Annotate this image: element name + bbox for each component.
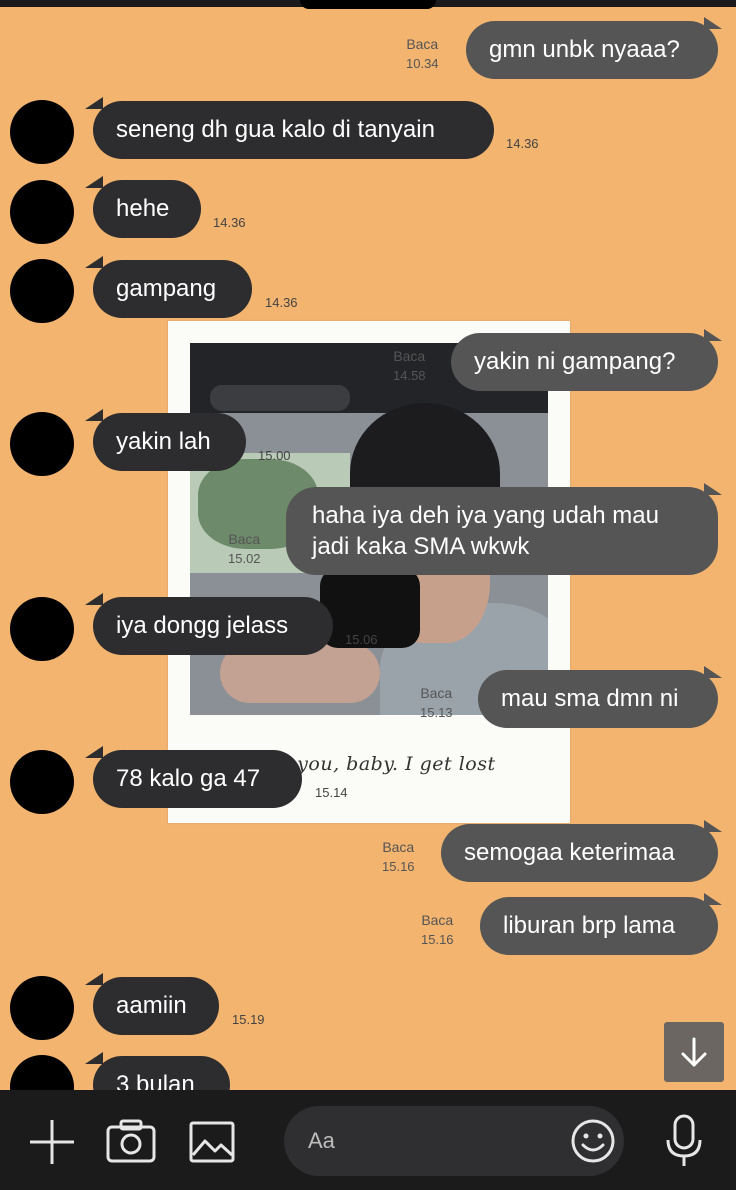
message-time: 14.36 bbox=[265, 295, 298, 310]
message-bubble-incoming[interactable]: gampang bbox=[93, 260, 252, 318]
message-time: 14.36 bbox=[506, 136, 539, 151]
read-receipt: Baca 15.02 bbox=[228, 531, 261, 566]
message-time: 15.06 bbox=[345, 632, 378, 647]
avatar[interactable] bbox=[10, 750, 74, 814]
arrow-down-icon bbox=[681, 1037, 707, 1067]
camera-icon[interactable] bbox=[106, 1119, 156, 1163]
avatar[interactable] bbox=[10, 259, 74, 323]
message-text: mau sma dmn ni bbox=[501, 685, 679, 712]
smiley-icon[interactable] bbox=[570, 1118, 616, 1164]
message-bubble-incoming[interactable]: hehe bbox=[93, 180, 201, 238]
message-text: seneng dh gua kalo di tanyain bbox=[116, 116, 435, 143]
message-input-placeholder: Aa bbox=[308, 1128, 335, 1153]
message-time: 15.19 bbox=[232, 1012, 265, 1027]
composer-bar: Aa bbox=[0, 1090, 736, 1190]
message-bubble-outgoing[interactable]: liburan brp lama bbox=[480, 897, 718, 955]
message-text: yakin lah bbox=[116, 428, 211, 455]
message-text: hehe bbox=[116, 195, 170, 222]
message-bubble-outgoing[interactable]: semogaa keterimaa bbox=[441, 824, 718, 882]
read-receipt: Baca 15.13 bbox=[420, 685, 453, 720]
image-icon[interactable] bbox=[189, 1121, 235, 1163]
message-text: gampang bbox=[116, 275, 217, 302]
message-input[interactable]: Aa bbox=[284, 1106, 624, 1176]
chat-area[interactable]: I see you, baby. I get lost Baca 10.34 gm… bbox=[0, 0, 736, 1090]
message-time: 14.36 bbox=[213, 215, 246, 230]
read-receipt: Baca 14.58 bbox=[393, 348, 426, 383]
avatar[interactable] bbox=[10, 412, 74, 476]
message-text-line: jadi kaka SMA wkwk bbox=[312, 533, 530, 560]
message-text: 78 kalo ga 47 bbox=[116, 765, 261, 792]
message-bubble-outgoing[interactable]: gmn unbk nyaaa? bbox=[466, 21, 718, 79]
read-receipt: Baca 15.16 bbox=[421, 912, 454, 947]
message-text: gmn unbk nyaaa? bbox=[489, 36, 680, 63]
message-bubble-outgoing[interactable]: mau sma dmn ni bbox=[478, 670, 718, 728]
avatar[interactable] bbox=[10, 100, 74, 164]
message-bubble-outgoing[interactable]: yakin ni gampang? bbox=[451, 333, 718, 391]
message-text: semogaa keterimaa bbox=[464, 839, 675, 866]
message-time: 15.14 bbox=[315, 785, 348, 800]
avatar[interactable] bbox=[10, 976, 74, 1040]
avatar[interactable] bbox=[10, 180, 74, 244]
avatar[interactable] bbox=[10, 597, 74, 661]
message-bubble-incoming[interactable]: aamiin bbox=[93, 977, 219, 1035]
microphone-icon[interactable] bbox=[664, 1114, 704, 1168]
message-bubble-outgoing[interactable]: haha iya deh iya yang udah mau jadi kaka… bbox=[286, 487, 718, 575]
message-time: 15.00 bbox=[258, 448, 291, 463]
scroll-to-bottom-button[interactable] bbox=[664, 1022, 724, 1082]
message-bubble-incoming[interactable]: 3 bulan bbox=[93, 1056, 230, 1090]
message-bubble-incoming[interactable]: seneng dh gua kalo di tanyain bbox=[93, 101, 494, 159]
message-text: liburan brp lama bbox=[503, 912, 676, 939]
message-bubble-incoming[interactable]: yakin lah bbox=[93, 413, 246, 471]
message-text-line: haha iya deh iya yang udah mau bbox=[312, 502, 659, 529]
read-receipt: Baca 10.34 bbox=[406, 36, 439, 71]
message-bubble-incoming[interactable]: iya dongg jelass bbox=[93, 597, 333, 655]
message-bubble-incoming[interactable]: 78 kalo ga 47 bbox=[93, 750, 302, 808]
top-bar-tab bbox=[300, 0, 436, 9]
avatar[interactable] bbox=[10, 1055, 74, 1090]
plus-icon[interactable] bbox=[28, 1118, 76, 1166]
message-text: 3 bulan bbox=[116, 1071, 195, 1090]
read-receipt: Baca 15.16 bbox=[382, 839, 415, 874]
message-text: iya dongg jelass bbox=[116, 612, 289, 639]
message-text: yakin ni gampang? bbox=[474, 348, 676, 375]
message-text: aamiin bbox=[116, 992, 187, 1019]
